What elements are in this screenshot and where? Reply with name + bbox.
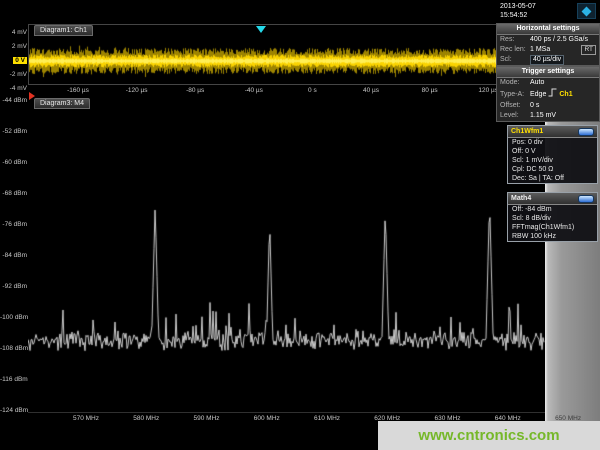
- math-fft-row: FFTmag(Ch1Wfm1): [508, 223, 597, 232]
- watermark-text: www.cntronics.com: [418, 427, 559, 444]
- diagram1-x-label: 80 µs: [408, 86, 452, 95]
- diagram3-y-label: -100 dBm: [0, 313, 27, 322]
- ch1-dec-row: Dec: Sa | TA: Off: [508, 174, 597, 183]
- trigger-settings-panel: Trigger settings Mode: Auto Type-A: Edge…: [496, 66, 600, 122]
- diagram3-y-label: -124 dBm: [0, 406, 27, 415]
- fft-trace-canvas: [28, 97, 545, 412]
- trigger-offset-row: Offset: 0 s: [497, 101, 599, 111]
- diagram3-x-label: 570 MHz: [64, 414, 108, 423]
- math4-title: Math4: [511, 194, 531, 203]
- ch1-trace-canvas: [29, 25, 496, 84]
- trigger-position-icon[interactable]: [256, 26, 266, 33]
- watermark: www.cntronics.com: [378, 421, 600, 450]
- diagram3-x-label: 610 MHz: [305, 414, 349, 423]
- horizontal-settings-header[interactable]: Horizontal settings: [497, 24, 599, 35]
- type-label: Type-A:: [500, 90, 528, 100]
- reclen-value: 1 MSa: [530, 45, 550, 55]
- math4-minimize-button[interactable]: [578, 195, 594, 203]
- ch1wfm1-minimize-button[interactable]: [578, 128, 594, 136]
- date-label: 2013-05-07: [500, 2, 536, 11]
- diagram3-x-label: 580 MHz: [124, 414, 168, 423]
- ch1wfm1-header[interactable]: Ch1Wfm1: [508, 126, 597, 138]
- math4-panel: Math4 Off: -84 dBm Scl: 8 dB/div FFTmag(…: [507, 192, 598, 242]
- mode-value: Auto: [530, 78, 544, 88]
- res-value: 400 ps / 2.5 GSa/s: [530, 35, 588, 45]
- diagram3-y-label: -116 dBm: [0, 375, 27, 384]
- diagram3-y-label: -44 dBm: [0, 96, 27, 105]
- time-label: 15:54:52: [500, 11, 536, 20]
- math4-header[interactable]: Math4: [508, 193, 597, 205]
- ch1wfm1-panel: Ch1Wfm1 Pos: 0 div Off: 0 V Scl: 1 mV/di…: [507, 125, 598, 184]
- math-scl-row: Scl: 8 dB/div: [508, 214, 597, 223]
- reclen-label: Rec len:: [500, 45, 528, 55]
- diagram1-x-label: 0 s: [290, 86, 334, 95]
- diagram3-y-label: -92 dBm: [0, 282, 27, 291]
- diagram1-x-label: -160 µs: [56, 86, 100, 95]
- offset-value: 0 s: [530, 101, 539, 111]
- diagram3-y-label: -76 dBm: [0, 220, 27, 229]
- diagram1-y-label: 2 mV: [0, 42, 27, 51]
- trigger-settings-header[interactable]: Trigger settings: [497, 67, 599, 78]
- trigger-level-row: Level: 1.15 mV: [497, 111, 599, 121]
- math-off-row: Off: -84 dBm: [508, 205, 597, 214]
- diagram3-y-label: -52 dBm: [0, 127, 27, 136]
- ch1-cpl-row: Cpl: DC 50 Ω: [508, 165, 597, 174]
- diagram3-x-label: 600 MHz: [245, 414, 289, 423]
- mode-label: Mode:: [500, 78, 528, 88]
- diagram1-y-label: -2 mV: [0, 70, 27, 79]
- diagram3-y-label: -60 dBm: [0, 158, 27, 167]
- scale-label: Scl:: [500, 55, 528, 65]
- diagram3-y-label: -68 dBm: [0, 189, 27, 198]
- diagram3-x-label: 590 MHz: [185, 414, 229, 423]
- edge-slope-icon: [548, 88, 557, 101]
- trigger-type-row: Type-A: Edge Ch1: [497, 88, 599, 101]
- horizontal-res-row: Res: 400 ps / 2.5 GSa/s: [497, 35, 599, 45]
- horizontal-settings-panel: Horizontal settings Res: 400 ps / 2.5 GS…: [496, 23, 600, 66]
- diagram1-x-label: -120 µs: [115, 86, 159, 95]
- oscilloscope-screen: Diagram1: Ch1 Diagram3: M4 2013-05-07 15…: [0, 0, 600, 450]
- diagram1-x-label: -40 µs: [232, 86, 276, 95]
- trigger-mode-row: Mode: Auto: [497, 78, 599, 88]
- scale-value-field[interactable]: 40 µs/div: [530, 55, 564, 65]
- ch1wfm1-title: Ch1Wfm1: [511, 127, 543, 136]
- datetime-display: 2013-05-07 15:54:52: [500, 2, 536, 20]
- diagram3-tab[interactable]: Diagram3: M4: [34, 98, 90, 109]
- horizontal-reclen-row: Rec len: 1 MSa RT: [497, 45, 599, 55]
- horizontal-scale-row: Scl: 40 µs/div: [497, 55, 599, 65]
- offset-label: Offset:: [500, 101, 528, 111]
- ch1-off-row: Off: 0 V: [508, 147, 597, 156]
- rohde-schwarz-logo-icon: [577, 3, 596, 19]
- trigger-source-channel: Ch1: [559, 90, 572, 100]
- level-value: 1.15 mV: [530, 111, 556, 121]
- math-rbw-row: RBW 100 kHz: [508, 232, 597, 241]
- diagram3-y-label: -108 dBm: [0, 344, 27, 353]
- diagram1-y-label: 4 mV: [0, 28, 27, 37]
- realtime-badge: RT: [581, 45, 596, 55]
- diagram1-tab[interactable]: Diagram1: Ch1: [34, 25, 93, 36]
- diagram1-x-label: 40 µs: [349, 86, 393, 95]
- level-label: Level:: [500, 111, 528, 121]
- diagram3-y-label: -84 dBm: [0, 251, 27, 260]
- res-label: Res:: [500, 35, 528, 45]
- diagram1-x-label: -80 µs: [173, 86, 217, 95]
- type-value: Edge: [530, 90, 546, 100]
- diagram1-y-label: -4 mV: [0, 84, 27, 93]
- ch1-scl-row: Scl: 1 mV/div: [508, 156, 597, 165]
- ch1-pos-row: Pos: 0 div: [508, 138, 597, 147]
- diagram1-y-label: 0 V: [0, 56, 27, 65]
